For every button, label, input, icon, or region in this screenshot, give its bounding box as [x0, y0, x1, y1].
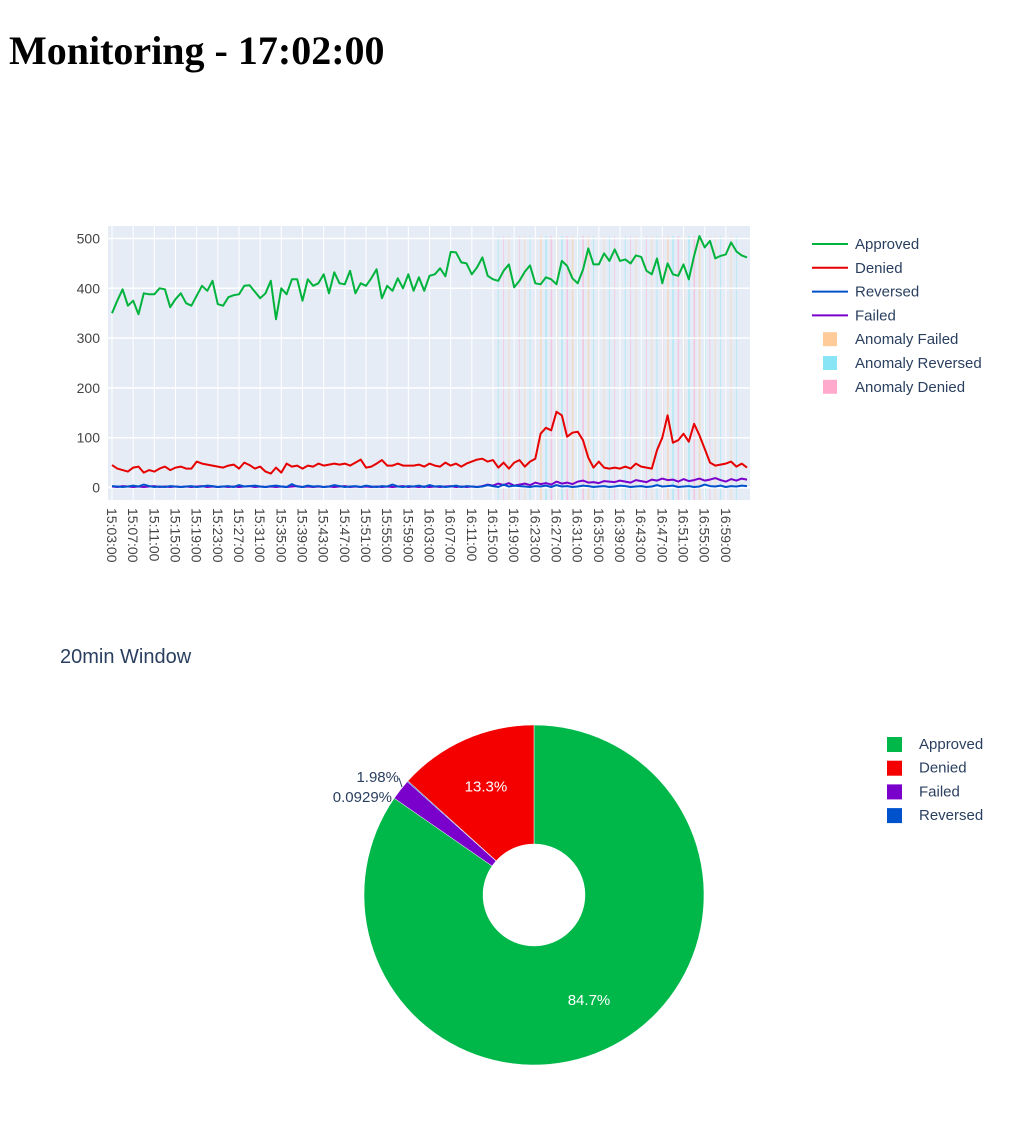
x-tick-label: 15:07:00 — [125, 508, 141, 563]
legend-label: Anomaly Denied — [855, 379, 965, 396]
x-tick-label: 16:03:00 — [422, 508, 438, 563]
x-tick-label: 15:15:00 — [168, 508, 184, 563]
x-tick-label: 15:23:00 — [210, 508, 226, 563]
y-tick-label: 0 — [92, 480, 100, 496]
x-tick-label: 16:59:00 — [718, 508, 734, 563]
anomaly-band — [603, 236, 605, 500]
anomaly-band — [651, 236, 653, 500]
anomaly-band — [656, 236, 658, 500]
y-axis-ticks: 0 100 200 300 400 500 — [77, 230, 101, 495]
pie-legend-label: Failed — [919, 783, 960, 800]
anomaly-band — [629, 236, 632, 500]
anomaly-band — [508, 236, 510, 500]
pie-title: 20min Window — [60, 646, 192, 668]
anomaly-band — [635, 236, 637, 500]
anomaly-band — [497, 236, 499, 500]
timeseries-line-chart: 15:03:00 15:07:00 15:11:00 15:15:00 15:19:00… — [77, 226, 982, 563]
x-tick-label: 15:19:00 — [189, 508, 205, 563]
legend-swatch-anomaly — [823, 379, 837, 394]
anomaly-band — [540, 236, 542, 500]
anomaly-band — [735, 236, 737, 500]
anomaly-band — [645, 236, 647, 500]
anomaly-band — [592, 236, 595, 500]
legend-label: Reversed — [855, 284, 919, 301]
legend-label: Denied — [855, 260, 903, 277]
anomaly-band — [714, 236, 716, 500]
pie-label-reversed: 0.0929% — [333, 789, 392, 806]
x-tick-label: 15:35:00 — [273, 508, 289, 563]
x-tick-label: 15:11:00 — [146, 508, 162, 562]
y-tick-label: 500 — [77, 230, 101, 246]
legend-label: Anomaly Failed — [855, 331, 958, 348]
anomaly-band — [524, 236, 526, 500]
x-tick-label: 16:51:00 — [676, 508, 692, 563]
x-tick-label: 15:59:00 — [400, 508, 416, 563]
x-tick-label: 16:23:00 — [527, 508, 543, 563]
legend-swatch-anomaly — [823, 332, 837, 347]
anomaly-band — [608, 236, 610, 500]
x-tick-label: 16:43:00 — [633, 508, 649, 563]
pie-label-approved: 84.7% — [568, 992, 611, 1009]
x-tick-label: 15:55:00 — [379, 508, 395, 563]
pie-legend-label: Reversed — [919, 807, 983, 824]
pie-legend-swatch-reversed — [887, 808, 902, 824]
legend-swatch-anomaly — [823, 356, 837, 370]
legend-label: Failed — [855, 307, 896, 324]
pie-legend: Approved Denied Failed Reversed — [887, 736, 983, 824]
y-tick-label: 300 — [77, 330, 101, 346]
x-tick-label: 15:31:00 — [252, 508, 268, 563]
x-tick-label: 15:47:00 — [337, 508, 353, 563]
y-tick-label: 400 — [77, 280, 101, 296]
x-tick-label: 16:11:00 — [464, 508, 480, 562]
x-tick-label: 16:15:00 — [485, 508, 501, 563]
y-tick-label: 100 — [77, 430, 101, 446]
x-tick-label: 15:39:00 — [295, 508, 311, 563]
anomaly-band — [667, 236, 669, 500]
anomaly-band — [698, 236, 701, 500]
anomaly-band — [502, 236, 505, 500]
anomaly-band — [614, 236, 616, 500]
x-tick-label: 16:55:00 — [697, 508, 713, 563]
pie-label-failed: 1.98% — [356, 769, 399, 786]
pie-legend-swatch-failed — [887, 784, 902, 800]
x-tick-label: 16:31:00 — [570, 508, 586, 563]
x-tick-label: 15:43:00 — [316, 508, 332, 563]
pie-legend-label: Denied — [919, 760, 967, 777]
pie-legend-label: Approved — [919, 736, 983, 753]
anomaly-band — [730, 236, 732, 500]
x-tick-label: 15:51:00 — [358, 508, 374, 563]
x-tick-label: 16:19:00 — [506, 508, 522, 563]
anomaly-band — [624, 236, 626, 500]
x-tick-label: 16:35:00 — [591, 508, 607, 563]
pie-legend-swatch-denied — [887, 760, 902, 776]
pie-label-denied: 13.3% — [465, 779, 508, 796]
x-tick-label: 16:27:00 — [549, 508, 565, 563]
legend-label: Approved — [855, 236, 919, 253]
line-legend: Approved Denied Reversed Failed Anomaly Fail… — [812, 236, 982, 396]
anomaly-band — [545, 236, 547, 500]
x-tick-label: 16:47:00 — [654, 508, 670, 563]
anomaly-band — [582, 236, 584, 500]
x-tick-label: 16:39:00 — [612, 508, 628, 563]
x-tick-label: 15:03:00 — [104, 508, 120, 563]
x-axis-ticks: 15:03:00 15:07:00 15:11:00 15:15:00 15:19:00… — [104, 508, 734, 563]
anomaly-band — [561, 236, 563, 500]
page-title: Monitoring - 17:02:00 — [9, 28, 385, 73]
anomaly-band — [566, 236, 569, 500]
x-tick-label: 15:27:00 — [231, 508, 247, 563]
anomaly-band — [550, 236, 553, 500]
anomaly-band — [672, 236, 674, 500]
legend-label: Anomaly Reversed — [855, 355, 982, 372]
window-donut-chart: 20min Window 84.7% 13.3% 1.98% 0.0929% Appr… — [60, 646, 983, 1066]
pie-label-leader — [398, 777, 403, 788]
y-tick-label: 200 — [77, 380, 101, 396]
pie-legend-swatch-approved — [887, 737, 902, 752]
x-tick-label: 16:07:00 — [443, 508, 459, 563]
anomaly-band — [693, 236, 696, 500]
pie-slices — [363, 724, 705, 1066]
anomaly-band — [719, 236, 722, 500]
